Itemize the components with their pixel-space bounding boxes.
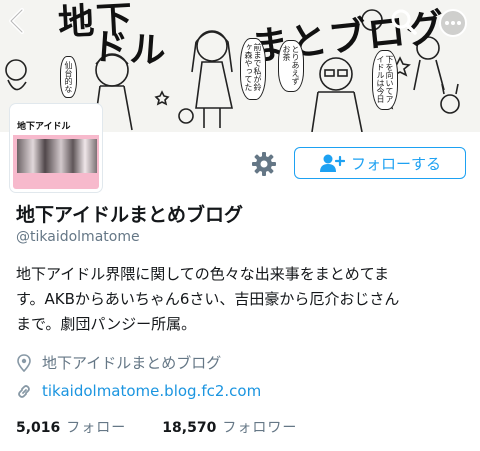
profile-avatar[interactable]: 地下アイドル (10, 104, 102, 192)
profile-handle: @tikaidolmatome (16, 229, 140, 245)
location-text: 地下アイドルまとめブログ (42, 354, 222, 372)
bio-line: す。AKBからあいちゃん6さい、吉田豪から厄介おじさん (16, 290, 400, 308)
website-link[interactable]: tikaidolmatome.blog.fc2.com (42, 382, 261, 400)
search-button[interactable] (390, 8, 418, 36)
bio-line: まで。劇団パンジー所属。 (16, 315, 197, 333)
avatar-logo-text: 地下アイドル (17, 122, 71, 132)
more-icon (439, 9, 467, 37)
search-icon (391, 9, 417, 35)
profile-bio: 地下アイドル界隈に関しての色々な出来事をまとめてま す。AKBからあいちゃん6さ… (16, 262, 472, 337)
settings-button[interactable] (251, 151, 277, 177)
banner-speech-bubble: 前まで私が鈴ヶ森やってた (240, 38, 266, 100)
banner-title-part2: ドル (90, 26, 170, 73)
more-button[interactable] (436, 8, 470, 38)
following-label: フォロー (66, 420, 127, 436)
avatar-photo (17, 139, 97, 173)
link-icon (18, 385, 30, 398)
banner-speech-bubble: 下を向いてアイドルは今日 (372, 50, 398, 110)
followers-count: 18,570 (162, 420, 217, 436)
profile-location: 地下アイドルまとめブログ (16, 352, 221, 373)
bio-line: 地下アイドル界隈に関しての色々な出来事をまとめてま (16, 265, 390, 283)
back-button[interactable] (4, 6, 30, 36)
followers-stat[interactable]: 18,570 フォロワー (162, 417, 297, 437)
follow-button-label: フォローする (350, 154, 441, 173)
following-count: 5,016 (16, 420, 61, 436)
location-pin-icon (17, 353, 31, 372)
profile-stats: 5,016 フォロー 18,570 フォロワー (16, 417, 297, 437)
banner-speech-bubble: 仙台的な (60, 56, 77, 98)
banner-speech-bubble: とりあえずお茶 (278, 40, 304, 92)
followers-label: フォロワー (222, 420, 298, 436)
add-user-icon (319, 154, 345, 172)
chevron-left-icon (9, 8, 24, 34)
follow-button[interactable]: フォローする (294, 147, 466, 179)
profile-website[interactable]: tikaidolmatome.blog.fc2.com (16, 382, 261, 400)
profile-display-name: 地下アイドルまとめブログ (16, 204, 244, 226)
gear-icon (252, 152, 276, 176)
following-stat[interactable]: 5,016 フォロー (16, 417, 126, 437)
